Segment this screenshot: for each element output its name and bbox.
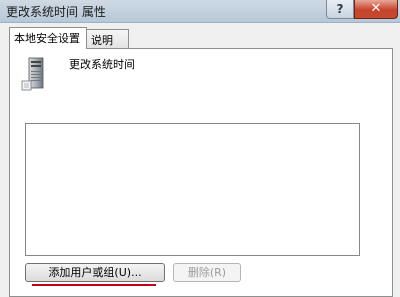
highlight-underline <box>32 284 156 286</box>
tab-label: 本地安全设置 <box>14 32 80 45</box>
remove-button-label: 删除(R) <box>187 266 227 279</box>
policy-name: 更改系统时间 <box>69 58 135 71</box>
window-title: 更改系统时间 属性 <box>6 5 106 19</box>
computer-tower-icon <box>21 57 44 91</box>
close-button[interactable]: ✕ <box>354 0 398 19</box>
add-button-label: 添加用户或组(U)... <box>48 266 142 279</box>
close-icon: ✕ <box>370 1 382 16</box>
help-button[interactable]: ? <box>326 0 354 19</box>
add-user-or-group-button[interactable]: 添加用户或组(U)... <box>25 263 165 282</box>
tab-explain[interactable]: 说明 <box>86 29 129 48</box>
window-titlebar[interactable]: 更改系统时间 属性 ? ✕ <box>0 0 400 23</box>
help-icon: ? <box>336 2 344 16</box>
tab-local-security-setting[interactable]: 本地安全设置 <box>9 27 87 49</box>
user-group-list[interactable] <box>25 123 360 256</box>
tab-label: 说明 <box>91 34 113 47</box>
remove-button[interactable]: 删除(R) <box>173 263 241 282</box>
